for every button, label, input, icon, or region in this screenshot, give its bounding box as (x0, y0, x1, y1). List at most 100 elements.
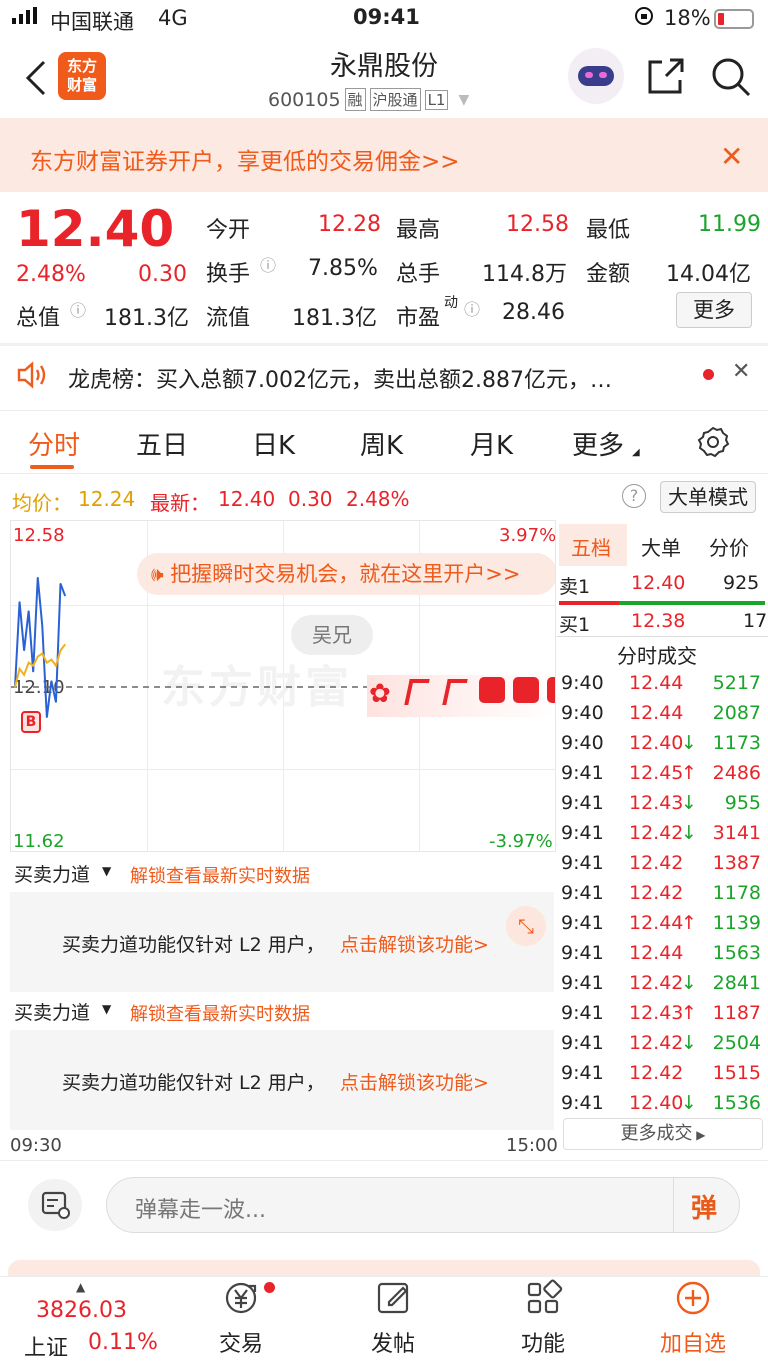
close-icon[interactable]: ✕ (732, 359, 750, 384)
big-order-mode-button[interactable]: 大单模式 (660, 481, 756, 513)
tab-5day[interactable]: 五日 (136, 425, 188, 462)
open-account-banner[interactable]: 🕪 把握瞬时交易机会，就在这里开户>> (137, 553, 555, 595)
index-value[interactable]: 3826.03 (36, 1298, 127, 1323)
dropdown-icon[interactable]: ▼ (102, 1002, 111, 1016)
stat-value-high: 12.58 (506, 212, 569, 237)
danmaku-input[interactable]: 弹幕走一波... 弹 (106, 1177, 740, 1233)
expand-icon[interactable]: ⤡ (506, 906, 546, 946)
trade-arrow: ↑ (681, 912, 697, 934)
dropdown-icon[interactable]: ▼ (102, 864, 111, 878)
more-trades-label: 更多成交 (620, 1123, 693, 1144)
info-icon[interactable]: ⓘ (70, 297, 86, 321)
trade-time: 9:41 (561, 822, 604, 844)
orientation-lock-icon (634, 6, 654, 31)
user-tag[interactable]: 吴兄 (291, 615, 373, 655)
data-point (59, 649, 62, 652)
up-arrow-icon: ▲ (76, 1280, 86, 1294)
tab-monthly-k[interactable]: 月K (470, 425, 513, 462)
trade-row: 9:41 12.44 1563 (557, 940, 765, 970)
dropdown-icon[interactable]: ▼ (458, 92, 469, 108)
trade-price: 12.42 (629, 882, 684, 904)
trade-row: 9:41 12.42 ↓ 2504 (557, 1030, 765, 1060)
trade-volume: 1173 (712, 732, 761, 754)
unlock-link[interactable]: 解锁查看最新实时数据 (130, 862, 310, 888)
active-tab-indicator (30, 465, 74, 469)
data-point (37, 576, 39, 579)
nav-add-watchlist-label: 加自选 (659, 1332, 726, 1357)
trade-arrow: ↓ (681, 1092, 697, 1114)
tab-more[interactable]: 更多 (572, 425, 624, 462)
tab-price-dist[interactable]: 分价 (709, 532, 749, 561)
trade-row: 9:41 12.45 ↑ 2486 (557, 760, 765, 790)
tab-big-orders[interactable]: 大单 (641, 532, 681, 561)
corner-triangle-icon: ◢ (632, 447, 640, 458)
buy1-volume: 17 (743, 610, 768, 632)
sticker-icon (404, 679, 430, 705)
close-icon[interactable]: ✕ (720, 140, 743, 173)
battery-icon (714, 9, 754, 29)
nav-add-watchlist[interactable]: 加自选 (638, 1276, 748, 1358)
data-point (14, 686, 16, 688)
power-title[interactable]: 买卖力道 (14, 998, 90, 1025)
tab-weekly-k[interactable]: 周K (360, 425, 403, 462)
data-point (23, 649, 25, 652)
intraday-chart[interactable]: 东方财富 12.58 3.97% 11.62 -3.97% 12.10 🕪 把握… (10, 520, 556, 852)
unlock-link[interactable]: 解锁查看最新实时数据 (130, 1000, 310, 1026)
trade-time: 9:40 (561, 702, 604, 724)
stat-value-open: 12.28 (318, 212, 381, 237)
trade-volume: 1178 (712, 882, 761, 904)
danmaku-settings-icon[interactable] (28, 1179, 82, 1231)
change-amount: 0.30 (138, 262, 187, 287)
info-icon[interactable]: ⓘ (260, 252, 276, 276)
gear-icon[interactable] (696, 425, 730, 463)
tab-daily-k[interactable]: 日K (252, 425, 295, 462)
data-point (32, 671, 34, 673)
sell-bar (559, 601, 619, 605)
data-point (18, 668, 21, 670)
chart-tabs: 分时 五日 日K 周K 月K 更多 ◢ (0, 410, 768, 474)
power-title[interactable]: 买卖力道 (14, 860, 90, 887)
power-box-link[interactable]: 点击解锁该功能> (340, 1068, 489, 1095)
power-box-1[interactable]: 买卖力道功能仅针对 L2 用户， 点击解锁该功能> ⤡ (10, 892, 554, 992)
time-start: 09:30 (10, 1135, 62, 1156)
data-point (50, 680, 53, 682)
tab-intraday[interactable]: 分时 (28, 425, 80, 462)
info-icon[interactable]: ⓘ (464, 296, 480, 320)
trade-time: 9:41 (561, 912, 604, 934)
power-box-2[interactable]: 买卖力道功能仅针对 L2 用户， 点击解锁该功能> (10, 1030, 554, 1130)
trade-volume: 1563 (712, 942, 761, 964)
more-stats-button[interactable]: 更多 (676, 292, 752, 328)
dragon-tiger-notice[interactable]: 龙虎榜：买入总额7.002亿元，卖出总额2.887亿元，… ✕ (0, 345, 768, 407)
search-icon[interactable] (710, 56, 752, 102)
assistant-avatar[interactable] (568, 48, 624, 104)
sticker-icon (547, 677, 555, 703)
index-change[interactable]: 0.11% (88, 1330, 158, 1355)
nav-post[interactable]: 发帖 (338, 1276, 448, 1358)
data-point (59, 582, 62, 585)
trade-time: 9:41 (561, 882, 604, 904)
data-point (46, 662, 48, 664)
power-box-link[interactable]: 点击解锁该功能> (340, 930, 489, 957)
trade-row: 9:41 12.42 ↓ 2841 (557, 970, 765, 1000)
nav-trade[interactable]: 交易 (186, 1276, 296, 1358)
data-point (28, 610, 30, 612)
index-name[interactable]: 上证 (24, 1330, 68, 1362)
pe-superscript: 动 (444, 295, 458, 311)
more-trades-button[interactable]: 更多成交 ▶ (563, 1118, 763, 1150)
trade-row: 9:41 12.42 ↓ 3141 (557, 820, 765, 850)
nav-functions[interactable]: 功能 (488, 1276, 598, 1358)
trade-volume: 1387 (712, 852, 761, 874)
danmaku-bar: 弹幕走一波... 弹 (0, 1160, 768, 1248)
tab-five-levels[interactable]: 五档 (571, 532, 611, 561)
trade-time: 9:41 (561, 762, 604, 784)
help-icon[interactable]: ? (622, 484, 646, 508)
notice-text: 龙虎榜：买入总额7.002亿元，卖出总额2.887亿元，… (68, 368, 612, 393)
trade-row: 9:41 12.42 1387 (557, 850, 765, 880)
speaker-icon: 🕪 (151, 562, 164, 586)
buy-marker[interactable]: B (21, 711, 41, 733)
share-icon[interactable] (646, 56, 686, 100)
promo-banner[interactable]: 东方财富证券开户，享更低的交易佣金>> ✕ (0, 118, 768, 192)
reaction-stickers: ✿ (367, 675, 555, 717)
danmaku-send-button[interactable]: 弹 (691, 1188, 717, 1225)
trade-time: 9:41 (561, 972, 604, 994)
